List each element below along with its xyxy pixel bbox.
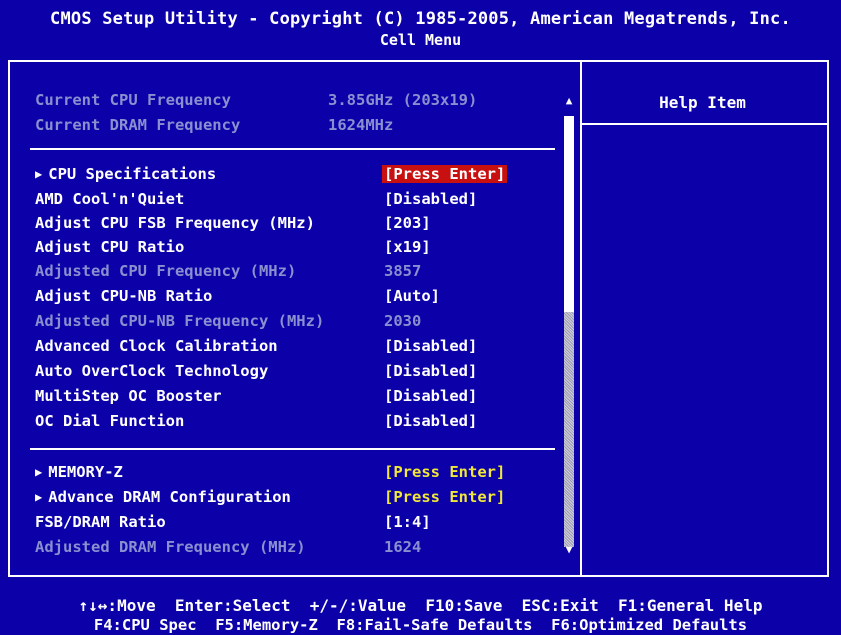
menu-item-value: 3857 bbox=[384, 262, 422, 280]
scroll-up-icon[interactable]: ▲ bbox=[562, 94, 576, 107]
menu-separator-1 bbox=[30, 148, 555, 150]
menu-item-label: Adjusted DRAM Frequency (MHz) bbox=[35, 538, 306, 556]
menu-item-value[interactable]: [Press Enter] bbox=[382, 165, 508, 183]
menu-item-value[interactable]: [1:4] bbox=[384, 513, 431, 531]
menu-item-value[interactable]: [Disabled] bbox=[384, 190, 477, 208]
menu-item-label: Advance DRAM Configuration bbox=[48, 488, 291, 506]
menu-item-label: MEMORY-Z bbox=[48, 463, 123, 481]
help-divider bbox=[582, 123, 827, 125]
submenu-arrow-icon: ▶ bbox=[35, 465, 43, 479]
panel-divider bbox=[580, 60, 582, 577]
menu-item-label: CPU Specifications bbox=[48, 165, 217, 183]
help-title: Help Item bbox=[659, 93, 746, 112]
menu-item-value[interactable]: [Press Enter] bbox=[384, 488, 505, 506]
menu-item-value[interactable]: [203] bbox=[384, 214, 431, 232]
info-label: Current CPU Frequency bbox=[35, 91, 231, 109]
menu-item-label: Adjust CPU-NB Ratio bbox=[35, 287, 213, 305]
menu-item-label: OC Dial Function bbox=[35, 412, 185, 430]
menu-item-value[interactable]: [Disabled] bbox=[384, 412, 477, 430]
menu-item-value[interactable]: [Auto] bbox=[384, 287, 440, 305]
menu-item-value[interactable]: [Disabled] bbox=[384, 387, 477, 405]
menu-item-label: Adjust CPU FSB Frequency (MHz) bbox=[35, 214, 315, 232]
info-value: 3.85GHz (203x19) bbox=[328, 91, 478, 109]
submenu-arrow-icon: ▶ bbox=[35, 167, 43, 181]
menu-item-label: Advanced Clock Calibration bbox=[35, 337, 278, 355]
menu-item-value: 1624 bbox=[384, 538, 422, 556]
menu-item-value[interactable]: [Press Enter] bbox=[384, 463, 505, 481]
menu-item-label: Auto OverClock Technology bbox=[35, 362, 269, 380]
footer-keys-line1: ↑↓↔:Move Enter:Select +/-/:Value F10:Sav… bbox=[78, 596, 763, 615]
footer-keys-line2: F4:CPU Spec F5:Memory-Z F8:Fail-Safe Def… bbox=[93, 616, 748, 634]
menu-title: Cell Menu bbox=[379, 31, 462, 49]
menu-item-label: Adjusted CPU Frequency (MHz) bbox=[35, 262, 297, 280]
menu-item-value[interactable]: [x19] bbox=[384, 238, 431, 256]
menu-item-label: AMD Cool'n'Quiet bbox=[35, 190, 185, 208]
menu-item-label: MultiStep OC Booster bbox=[35, 387, 222, 405]
submenu-arrow-icon: ▶ bbox=[35, 490, 43, 504]
scroll-down-icon[interactable]: ▼ bbox=[562, 543, 576, 556]
info-value: 1624MHz bbox=[328, 116, 394, 134]
menu-item-value[interactable]: [Disabled] bbox=[384, 337, 477, 355]
menu-item-value[interactable]: [Disabled] bbox=[384, 362, 477, 380]
app-title: CMOS Setup Utility - Copyright (C) 1985-… bbox=[50, 9, 791, 29]
scrollbar-thumb[interactable] bbox=[564, 116, 574, 312]
title-bar: CMOS Setup Utility - Copyright (C) 1985-… bbox=[0, 0, 841, 52]
menu-separator-2 bbox=[30, 448, 555, 450]
menu-item-label: Adjust CPU Ratio bbox=[35, 238, 185, 256]
menu-item-label: FSB/DRAM Ratio bbox=[35, 513, 166, 531]
menu-item-value: 2030 bbox=[384, 312, 422, 330]
menu-item-label: Adjusted CPU-NB Frequency (MHz) bbox=[35, 312, 325, 330]
info-label: Current DRAM Frequency bbox=[35, 116, 241, 134]
